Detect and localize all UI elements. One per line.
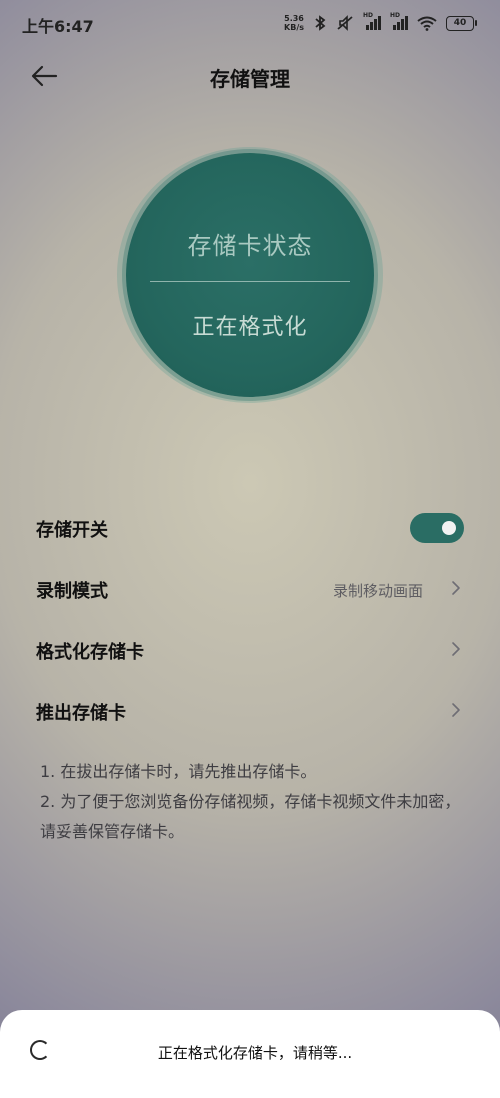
record-mode-value: 录制移动画面: [332, 582, 423, 600]
storage-status-circle: 存储卡状态 正在格式化: [126, 153, 374, 397]
circle-divider: [150, 281, 350, 282]
chevron-right-icon: [452, 642, 460, 656]
mute-icon: [337, 15, 353, 31]
formatting-message: 正在格式化存储卡，请稍等...: [157, 1044, 353, 1062]
record-mode-row[interactable]: 录制模式 录制移动画面: [0, 559, 500, 620]
network-speed-value: 5.36: [284, 14, 304, 23]
page-title: 存储管理: [210, 67, 290, 91]
eject-card-label: 推出存储卡: [36, 703, 126, 724]
network-speed-unit: KB/s: [284, 23, 304, 32]
signal-hd-icon: HD: [390, 12, 408, 30]
settings-list: 存储开关 录制模式 录制移动画面 格式化存储卡 推出存储卡: [0, 498, 500, 742]
bluetooth-icon: [315, 15, 326, 31]
storage-notes: 1. 在拔出存储卡时，请先推出存储卡。 2. 为了便于您浏览备份存储视频，存储卡…: [40, 757, 465, 847]
note-line-2: 2. 为了便于您浏览备份存储视频，存储卡视频文件未加密，请妥善保管存储卡。: [40, 792, 461, 841]
status-time: 上午6:47: [22, 17, 94, 36]
storage-switch-label: 存储开关: [36, 520, 108, 541]
format-card-row[interactable]: 格式化存储卡: [0, 620, 500, 681]
record-mode-label: 录制模式: [36, 581, 108, 602]
battery-level: 40: [453, 17, 467, 28]
signal-hd-icon: HD: [363, 12, 381, 30]
storage-status-value: 正在格式化: [192, 315, 308, 340]
note-line-1: 1. 在拔出存储卡时，请先推出存储卡。: [40, 762, 317, 781]
title-bar: 存储管理: [0, 52, 500, 100]
storage-switch-row: 存储开关: [0, 498, 500, 559]
chevron-right-icon: [452, 703, 460, 717]
status-bar: 上午6:47 5.36 KB/s HD HD 40: [0, 0, 500, 46]
storage-status-title: 存储卡状态: [187, 232, 313, 260]
battery-icon: 40: [446, 15, 477, 31]
network-speed: 5.36 KB/s: [284, 14, 304, 32]
storage-switch-toggle[interactable]: [410, 513, 464, 543]
wifi-icon: [417, 16, 437, 31]
chevron-right-icon: [452, 581, 460, 595]
formatting-progress-sheet: 正在格式化存储卡，请稍等...: [0, 1010, 500, 1098]
toggle-knob: [442, 521, 456, 535]
eject-card-row[interactable]: 推出存储卡: [0, 681, 500, 742]
format-card-label: 格式化存储卡: [36, 642, 144, 663]
status-icons: 5.36 KB/s HD HD 40: [284, 12, 477, 32]
